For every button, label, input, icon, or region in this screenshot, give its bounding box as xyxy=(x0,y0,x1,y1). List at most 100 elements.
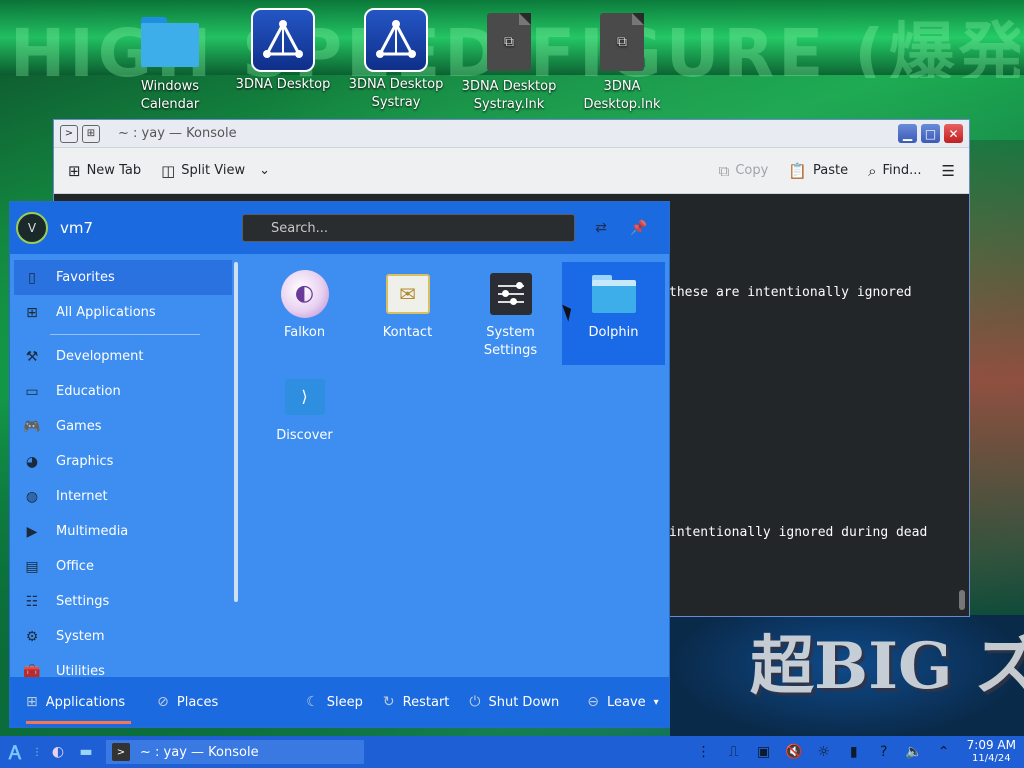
folder-icon xyxy=(138,10,202,74)
power-icon: ⏻ xyxy=(469,694,481,710)
tab-label: Applications xyxy=(45,694,126,710)
clock[interactable]: 7:09 AM 11/4/24 xyxy=(967,739,1016,765)
battery-icon[interactable]: ▮ xyxy=(845,744,863,760)
app-label: Dolphin xyxy=(588,325,639,340)
copy-icon: ⧉ xyxy=(718,161,730,180)
education-icon: ▭ xyxy=(25,383,39,400)
taskbar: Ａ ⋮ ◐ ▬ > ~ : yay — Konsole ⋮ ⎍ ▣ 🔇 ☼ ▮ … xyxy=(0,736,1024,768)
category-all-applications[interactable]: ⊞ All Applications xyxy=(10,295,240,330)
category-development[interactable]: ⚒ Development xyxy=(10,339,240,374)
falkon-taskbar-icon[interactable]: ◐ xyxy=(44,738,72,766)
category-internet[interactable]: ◍ Internet xyxy=(10,479,240,514)
split-view-label: Split View xyxy=(181,163,246,178)
category-education[interactable]: ▭ Education xyxy=(10,374,240,409)
tab-label: Places xyxy=(176,694,219,710)
sidebar-scrollbar[interactable] xyxy=(234,262,238,602)
expand-tray-icon[interactable]: ⌃ xyxy=(935,744,953,760)
category-games[interactable]: 🎮 Games xyxy=(10,409,240,444)
konsole-toolbar: ⊞ New Tab ◫ Split View ⌄ ⧉ Copy 📋 Paste … xyxy=(54,148,969,194)
window-menu-icon[interactable]: ⊞ xyxy=(82,124,100,143)
tab-places[interactable]: ⊘ Places xyxy=(153,677,222,727)
terminal-scrollbar[interactable] xyxy=(959,590,965,610)
maximize-button[interactable]: □ xyxy=(921,124,940,143)
hamburger-menu-button[interactable]: ☰ xyxy=(942,162,955,180)
category-utilities[interactable]: 🧰 Utilities xyxy=(10,654,240,678)
paste-button[interactable]: 📋 Paste xyxy=(788,162,848,180)
clipboard-icon[interactable]: ▣ xyxy=(755,744,773,760)
network-icon[interactable]: ⎍ xyxy=(725,744,743,760)
app-kontact[interactable]: ✉ Kontact xyxy=(356,262,459,365)
terminal-line: these are intentionally ignored xyxy=(669,285,912,300)
pin-icon[interactable]: 📌 xyxy=(627,216,651,240)
category-settings[interactable]: ☷ Settings xyxy=(10,584,240,619)
app-label: Falkon xyxy=(283,325,326,340)
new-tab-label: New Tab xyxy=(86,163,142,178)
app-system-settings[interactable]: System Settings xyxy=(459,262,562,365)
desktop-icon-3dna-desktop-systray[interactable]: 3DNA Desktop Systray xyxy=(346,8,446,112)
category-label: Development xyxy=(56,349,144,364)
find-button[interactable]: ⌕ Find... xyxy=(868,162,921,180)
shut-down-button[interactable]: ⏻ Shut Down xyxy=(469,694,559,710)
leave-icon: ⊖ xyxy=(587,694,599,710)
paste-label: Paste xyxy=(813,163,849,178)
desktop-icon-3dna-systray-lnk[interactable]: ⧉ 3DNA Desktop Systray.lnk xyxy=(459,10,559,114)
discover-icon: ⟩ xyxy=(281,373,329,421)
new-tab-button[interactable]: ⊞ New Tab xyxy=(68,162,141,180)
restart-icon: ↻ xyxy=(382,694,395,710)
avatar[interactable]: V xyxy=(16,212,48,244)
category-multimedia[interactable]: ▶ Multimedia xyxy=(10,514,240,549)
dolphin-taskbar-icon[interactable]: ▬ xyxy=(72,738,100,766)
app-dolphin[interactable]: Dolphin xyxy=(562,262,665,365)
close-button[interactable]: ✕ xyxy=(944,124,963,143)
bookmark-icon: ▯ xyxy=(28,269,36,286)
desktop-icon-3dna-desktop-lnk[interactable]: ⧉ 3DNA Desktop.lnk xyxy=(572,10,672,114)
system-settings-icon xyxy=(487,270,535,318)
desktop-icon-windows-calendar[interactable]: Windows Calendar xyxy=(120,10,220,114)
app-discover[interactable]: ⟩ Discover xyxy=(253,365,356,468)
tab-applications[interactable]: ⊞ Applications xyxy=(22,677,132,727)
category-favorites[interactable]: ▯ Favorites xyxy=(14,260,232,295)
compass-icon: ⊘ xyxy=(157,694,169,710)
task-konsole[interactable]: > ~ : yay — Konsole xyxy=(106,740,364,764)
chevron-down-icon: ▾ xyxy=(653,696,659,708)
help-icon[interactable]: ? xyxy=(875,744,893,760)
shut-down-label: Shut Down xyxy=(488,694,560,710)
category-label: Utilities xyxy=(56,664,105,677)
category-label: Multimedia xyxy=(56,524,129,539)
category-graphics[interactable]: ◕ Graphics xyxy=(10,444,240,479)
speaker-icon[interactable]: 🔈 xyxy=(905,744,923,760)
user-name: vm7 xyxy=(60,219,94,237)
grip-icon[interactable]: ⋮ xyxy=(32,747,42,758)
launcher-footer: ⊞ Applications ⊘ Places ☾ Sleep ↻ Restar… xyxy=(10,677,669,727)
desktop-icon-3dna-desktop[interactable]: 3DNA Desktop xyxy=(233,8,333,94)
toolbox-icon: 🧰 xyxy=(23,663,41,678)
wallpaper-lower-text: 超BIG ズ! xyxy=(750,629,1024,704)
gamepad-icon: 🎮 xyxy=(23,418,41,435)
split-view-button[interactable]: ◫ Split View ⌄ xyxy=(161,162,270,180)
brightness-icon[interactable]: ☼ xyxy=(815,744,833,760)
restart-button[interactable]: ↻ Restart xyxy=(383,694,449,710)
app-label: Kontact xyxy=(382,325,433,340)
grip-icon[interactable]: ⋮ xyxy=(695,744,713,760)
new-tab-icon: ⊞ xyxy=(68,161,81,180)
desktop-icon-label: 3DNA Desktop xyxy=(235,77,331,92)
search-input[interactable]: Search... xyxy=(242,214,575,242)
category-system[interactable]: ⚙ System xyxy=(10,619,240,654)
launcher-button[interactable]: Ａ xyxy=(0,736,30,768)
category-label: Internet xyxy=(56,489,108,504)
app-falkon[interactable]: ◐ Falkon xyxy=(253,262,356,365)
konsole-titlebar[interactable]: > ⊞ ~ : yay — Konsole ▁ □ ✕ xyxy=(54,120,969,148)
hamburger-icon: ☰ xyxy=(941,161,955,180)
desktop-icon-label: Windows Calendar xyxy=(140,79,200,112)
copy-button[interactable]: ⧉ Copy xyxy=(719,162,769,180)
3dna-icon xyxy=(251,8,315,72)
terminal-icon[interactable]: > xyxy=(60,124,78,143)
minimize-button[interactable]: ▁ xyxy=(898,124,917,143)
moon-icon: ☾ xyxy=(306,694,319,710)
volume-muted-icon[interactable]: 🔇 xyxy=(785,744,803,760)
category-office[interactable]: ▤ Office xyxy=(10,549,240,584)
sleep-button[interactable]: ☾ Sleep xyxy=(306,694,363,710)
kontact-icon: ✉ xyxy=(384,270,432,318)
leave-button[interactable]: ⊖ Leave ▾ xyxy=(587,694,658,710)
configure-icon[interactable]: ⇄ xyxy=(589,216,613,240)
